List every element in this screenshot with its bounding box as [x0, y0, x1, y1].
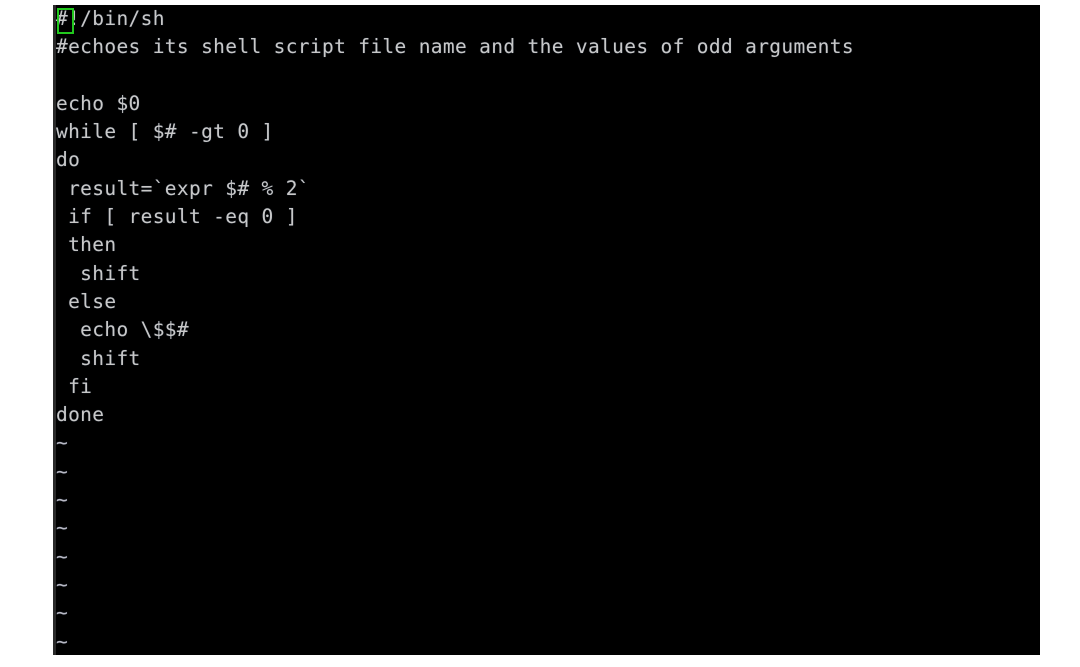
vi-empty-line-marker: ~: [56, 516, 69, 540]
vi-empty-line-marker: ~: [56, 544, 69, 568]
vi-empty-line-marker: ~: [56, 629, 69, 653]
screenshot-root: #!/bin/sh #echoes its shell script file n…: [0, 0, 1080, 667]
vi-empty-line-marker: ~: [56, 572, 69, 596]
code-line: do: [56, 148, 81, 172]
code-line: fi: [56, 374, 93, 398]
vi-empty-line-marker: ~: [56, 488, 69, 512]
vi-empty-line-marker: ~: [56, 601, 69, 625]
code-line: then: [56, 233, 117, 257]
code-line: result=`expr $# % 2`: [56, 176, 310, 200]
terminal-window[interactable]: #!/bin/sh #echoes its shell script file n…: [53, 5, 1040, 655]
code-line: while [ $# -gt 0 ]: [56, 120, 274, 144]
vi-text-buffer[interactable]: #!/bin/sh #echoes its shell script file n…: [56, 5, 1040, 655]
code-line: #echoes its shell script file name and t…: [56, 35, 854, 59]
code-line: else: [56, 289, 117, 313]
code-line: if [ result -eq 0 ]: [56, 205, 298, 229]
code-line: echo \$$#: [56, 318, 189, 342]
text-cursor: [57, 8, 74, 34]
vi-empty-line-marker: ~: [56, 459, 69, 483]
code-line: echo $0: [56, 91, 141, 115]
code-line: done: [56, 403, 105, 427]
vi-empty-line-marker: ~: [56, 431, 69, 455]
code-line: #!/bin/sh: [56, 5, 1040, 34]
code-line: shift: [56, 346, 141, 370]
code-line: shift: [56, 261, 141, 285]
